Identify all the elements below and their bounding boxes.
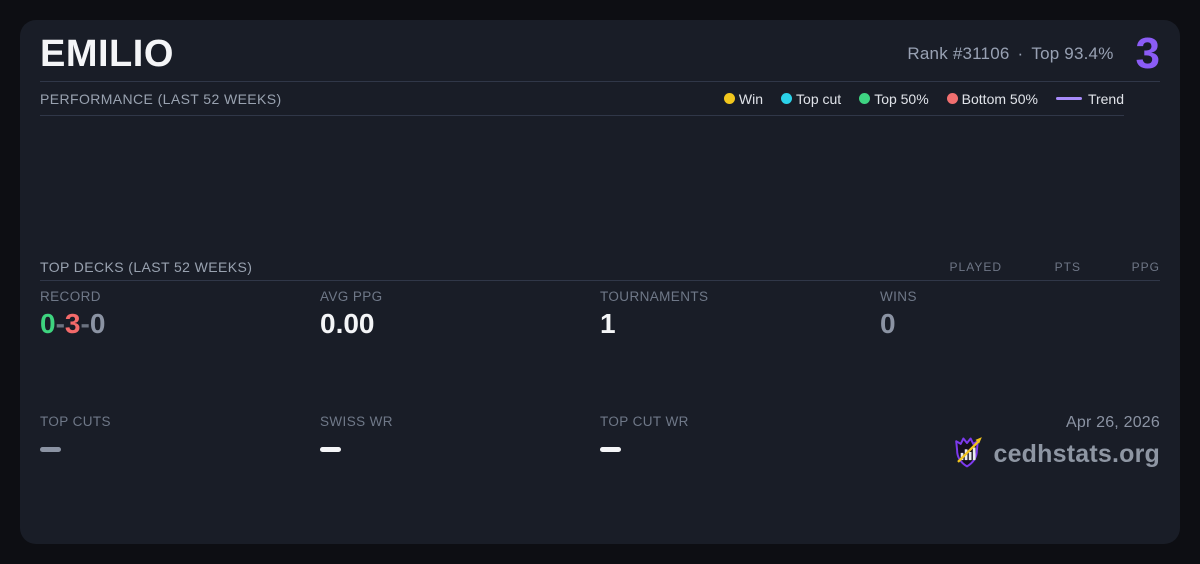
legend-label: Win xyxy=(739,91,763,107)
legend-item-bottom-50: Bottom 50% xyxy=(947,91,1038,107)
column-header-played: PLAYED xyxy=(923,260,1002,274)
header-right: Rank #31106 · Top 93.4% 3 xyxy=(907,32,1160,76)
player-stats-card: EMILIO Rank #31106 · Top 93.4% 3 PERFORMAN… xyxy=(20,20,1180,544)
swiss-wr-label: SWISS WR xyxy=(320,414,600,429)
card-header: EMILIO Rank #31106 · Top 93.4% 3 xyxy=(40,20,1160,81)
screen: EMILIO Rank #31106 · Top 93.4% 3 PERFORMAN… xyxy=(0,0,1200,564)
top-cut-dot-icon xyxy=(781,93,792,104)
performance-chart-area xyxy=(40,116,1160,253)
trend-line-icon xyxy=(1056,97,1082,100)
stat-avg-ppg: AVG PPG 0.00 xyxy=(320,289,600,408)
top-percent-label: Top 93.4% xyxy=(1031,44,1113,63)
top-cut-wr-value-dash xyxy=(600,447,621,452)
tournaments-value: 1 xyxy=(600,309,880,340)
stat-swiss-wr: SWISS WR xyxy=(320,414,600,544)
rank-label: Rank #31106 xyxy=(907,44,1009,63)
column-header-ppg: PPG xyxy=(1081,260,1160,274)
rank-separator: · xyxy=(1018,44,1024,63)
stats-grid: RECORD 0-3-0 AVG PPG 0.00 TOURNAMENTS 1 … xyxy=(40,281,1160,544)
legend-item-top-cut: Top cut xyxy=(781,91,841,107)
swiss-wr-value-dash xyxy=(320,447,341,452)
player-name: EMILIO xyxy=(40,35,174,73)
top-cuts-value-dash xyxy=(40,447,61,452)
performance-header-row: PERFORMANCE (LAST 52 WEEKS) Win Top cut … xyxy=(40,82,1124,115)
record-draws: 0 xyxy=(90,308,106,339)
stat-tournaments: TOURNAMENTS 1 xyxy=(600,289,880,408)
legend-label: Trend xyxy=(1088,91,1124,107)
legend-item-trend: Trend xyxy=(1056,91,1124,107)
wins-label: WINS xyxy=(880,289,1160,304)
column-header-pts: PTS xyxy=(1002,260,1081,274)
record-separator: - xyxy=(80,308,89,339)
stat-top-cut-wr: TOP CUT WR xyxy=(600,414,880,544)
brand-name: cedhstats.org xyxy=(993,440,1160,469)
record-losses: 3 xyxy=(65,308,81,339)
legend-label: Top cut xyxy=(796,91,841,107)
legend-item-top-50: Top 50% xyxy=(859,91,928,107)
win-dot-icon xyxy=(724,93,735,104)
record-label: RECORD xyxy=(40,289,320,304)
avg-ppg-label: AVG PPG xyxy=(320,289,600,304)
tournaments-label: TOURNAMENTS xyxy=(600,289,880,304)
brand-link[interactable]: cedhstats.org xyxy=(949,434,1160,475)
score-number: 3 xyxy=(1136,32,1160,76)
stat-wins: WINS 0 xyxy=(880,289,1160,408)
stat-top-cuts: TOP CUTS xyxy=(40,414,320,544)
rank-line: Rank #31106 · Top 93.4% xyxy=(907,44,1113,64)
legend-label: Top 50% xyxy=(874,91,928,107)
avg-ppg-value: 0.00 xyxy=(320,309,600,340)
record-value: 0-3-0 xyxy=(40,309,320,340)
legend-item-win: Win xyxy=(724,91,763,107)
bottom-50-dot-icon xyxy=(947,93,958,104)
top-decks-section-title: TOP DECKS (LAST 52 WEEKS) xyxy=(40,259,252,275)
chart-legend: Win Top cut Top 50% Bottom 50% Trend xyxy=(724,91,1124,107)
stat-record: RECORD 0-3-0 xyxy=(40,289,320,408)
wins-value: 0 xyxy=(880,309,1160,340)
top-50-dot-icon xyxy=(859,93,870,104)
legend-label: Bottom 50% xyxy=(962,91,1038,107)
record-wins: 0 xyxy=(40,308,56,339)
cedhstats-shield-logo-icon xyxy=(949,434,985,475)
top-decks-columns: PLAYED PTS PPG xyxy=(923,260,1160,274)
top-cut-wr-label: TOP CUT WR xyxy=(600,414,880,429)
card-footer: Apr 26, 2026 cedhstats.org xyxy=(880,414,1160,544)
performance-section-title: PERFORMANCE (LAST 52 WEEKS) xyxy=(40,91,282,107)
record-separator: - xyxy=(56,308,65,339)
top-decks-header-row: TOP DECKS (LAST 52 WEEKS) PLAYED PTS PPG xyxy=(40,253,1160,280)
report-date: Apr 26, 2026 xyxy=(1066,414,1160,432)
top-cuts-label: TOP CUTS xyxy=(40,414,320,429)
